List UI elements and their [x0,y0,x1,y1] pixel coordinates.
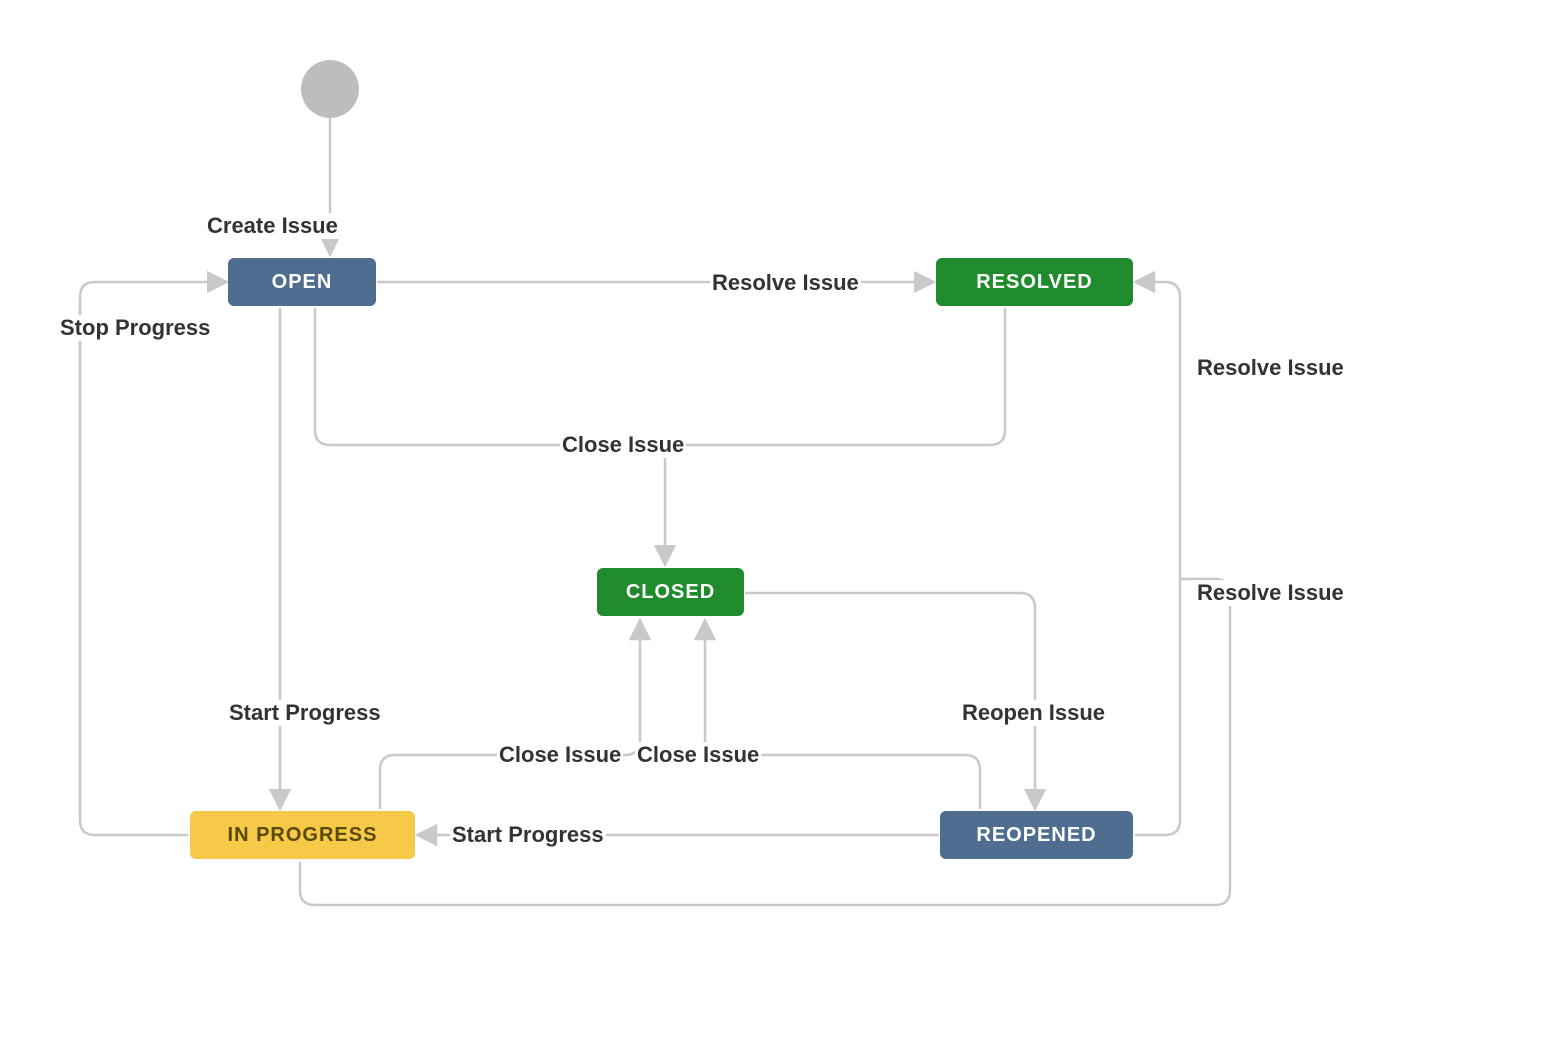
state-reopened: REOPENED [940,811,1133,859]
edges-layer [0,0,1557,1047]
state-resolved: RESOLVED [936,258,1133,306]
edge-close-issue-reopened [705,620,980,809]
state-closed: CLOSED [597,568,744,616]
state-open: OPEN [228,258,376,306]
state-resolved-label: RESOLVED [976,271,1093,294]
label-resolve-issue-open: Resolve Issue [710,270,861,296]
edge-close-issue-inprogress [380,620,640,809]
state-reopened-label: REOPENED [976,824,1096,847]
label-reopen-issue: Reopen Issue [960,700,1107,726]
label-close-issue-reopened: Close Issue [635,742,761,768]
state-open-label: OPEN [272,271,333,294]
label-start-progress-reopened: Start Progress [450,822,606,848]
workflow-diagram: OPEN RESOLVED CLOSED IN PROGRESS REOPENE… [0,0,1557,1047]
state-in-progress: IN PROGRESS [190,811,415,859]
label-stop-progress: Stop Progress [58,315,212,341]
label-close-issue-open: Close Issue [560,432,686,458]
label-close-issue-inprogress: Close Issue [497,742,623,768]
label-resolve-issue-inprogress: Resolve Issue [1195,580,1346,606]
state-in-progress-label: IN PROGRESS [228,824,378,847]
edge-resolve-issue-reopened [1135,282,1180,835]
edge-close-issue-resolved [665,308,1005,445]
start-node [301,60,359,118]
label-resolve-issue-reopened: Resolve Issue [1195,355,1346,381]
edge-stop-progress [80,282,227,835]
label-start-progress-open: Start Progress [227,700,383,726]
state-closed-label: CLOSED [626,581,715,604]
label-create-issue: Create Issue [205,213,340,239]
